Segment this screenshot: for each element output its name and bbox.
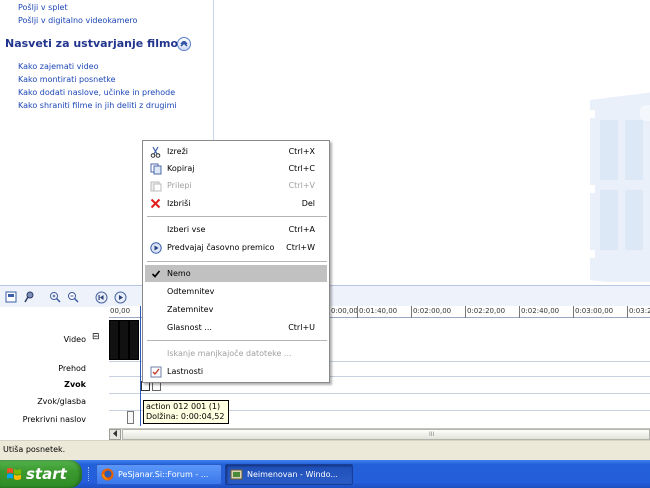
ruler-tick: 0:02:40,00 bbox=[519, 306, 559, 318]
menu-shortcut: Ctrl+W bbox=[286, 243, 315, 252]
task-label: PeSjanar.Si::Forum - ... bbox=[118, 470, 209, 479]
menu-shortcut: Del bbox=[301, 199, 315, 208]
track-divider bbox=[109, 393, 650, 394]
taskbar-item-firefox[interactable]: PeSjanar.Si::Forum - ... bbox=[96, 464, 222, 485]
checkmark-icon bbox=[149, 267, 162, 280]
menu-item-paste[interactable]: Prilepi Ctrl+V bbox=[145, 177, 327, 194]
menu-shortcut: Ctrl+V bbox=[288, 181, 315, 190]
menu-label: Predvajaj časovno premico bbox=[167, 243, 275, 252]
playhead-indicator[interactable] bbox=[140, 306, 141, 426]
track-label-title-overlay: Prekrivni naslov bbox=[22, 415, 86, 424]
track-label-music: Zvok/glasba bbox=[37, 397, 86, 406]
paste-icon bbox=[149, 179, 162, 192]
menu-item-mute[interactable]: Nemo bbox=[145, 265, 327, 282]
play-circle-icon bbox=[149, 241, 162, 254]
context-menu: Izreži Ctrl+X Kopiraj Ctrl+C Prilepi Ctr… bbox=[142, 140, 330, 383]
video-clip[interactable] bbox=[109, 320, 119, 360]
menu-item-browse-missing-file[interactable]: Iskanje manjkajoče datoteke ... bbox=[145, 345, 327, 362]
menu-label: Lastnosti bbox=[167, 367, 204, 376]
scroll-thumb[interactable]: III bbox=[122, 429, 650, 440]
link-add-titles-effects[interactable]: Kako dodati naslove, učinke in prehode bbox=[18, 88, 175, 97]
menu-item-fade-in[interactable]: Odtemnitev bbox=[145, 283, 327, 300]
menu-label: Prilepi bbox=[167, 181, 192, 190]
menu-separator bbox=[147, 216, 327, 217]
expand-collapse-icon[interactable]: ⊟ bbox=[92, 332, 100, 342]
title-overlay-clip[interactable] bbox=[127, 411, 134, 424]
collapse-chevron-icon[interactable] bbox=[177, 37, 191, 51]
menu-item-fade-out[interactable]: Zatemnitev bbox=[145, 301, 327, 318]
narrate-microphone-icon[interactable] bbox=[22, 290, 36, 304]
ruler-tick: 0:03:2 bbox=[627, 306, 650, 318]
start-button[interactable]: start bbox=[0, 460, 82, 488]
track-labels: Video ⊟ Prehod Zvok Zvok/glasba Prekrivn… bbox=[0, 318, 104, 428]
zoom-out-icon[interactable] bbox=[66, 290, 80, 304]
menu-label: Glasnost ... bbox=[167, 323, 212, 332]
windows-taskbar: start PeSjanar.Si::Forum - ... Neimenova… bbox=[0, 460, 650, 488]
menu-label: Nemo bbox=[167, 269, 191, 278]
movie-tips-heading[interactable]: Nasveti za ustvarjanje filmov bbox=[5, 37, 185, 50]
quicklaunch-grip[interactable] bbox=[88, 467, 92, 481]
menu-shortcut: Ctrl+U bbox=[288, 323, 315, 332]
track-label-video: Video bbox=[63, 335, 86, 344]
link-send-to-web[interactable]: Pošlji v splet bbox=[18, 3, 68, 12]
menu-item-delete[interactable]: Izbriši Del bbox=[145, 195, 327, 212]
scroll-grip: III bbox=[429, 431, 435, 438]
timeline-horizontal-scrollbar[interactable]: III bbox=[109, 428, 650, 440]
track-label-audio: Zvok bbox=[64, 380, 86, 389]
delete-x-icon bbox=[149, 197, 162, 210]
status-text: Utiša posnetek. bbox=[3, 445, 66, 454]
zoom-in-icon[interactable] bbox=[48, 290, 62, 304]
menu-item-cut[interactable]: Izreži Ctrl+X bbox=[145, 143, 327, 160]
ruler-tick: 0:02:00,00 bbox=[411, 306, 451, 318]
scissors-icon bbox=[149, 145, 162, 158]
video-clip[interactable] bbox=[119, 320, 129, 360]
menu-label: Izreži bbox=[167, 147, 189, 156]
menu-shortcut: Ctrl+X bbox=[288, 147, 315, 156]
taskbar-item-movie-maker[interactable]: Neimenovan - Windo... bbox=[225, 464, 353, 485]
link-send-to-dv-camera[interactable]: Pošlji v digitalno videokamero bbox=[18, 16, 137, 25]
scroll-left-arrow-icon[interactable] bbox=[109, 429, 121, 440]
status-bar: Utiša posnetek. bbox=[0, 440, 650, 460]
ruler-tick: 0:02:20,00 bbox=[465, 306, 505, 318]
menu-label: Izbriši bbox=[167, 199, 191, 208]
menu-item-play-timeline[interactable]: Predvajaj časovno premico Ctrl+W bbox=[145, 239, 327, 256]
video-clip[interactable] bbox=[129, 320, 139, 360]
task-label: Neimenovan - Windo... bbox=[247, 470, 338, 479]
menu-shortcut: Ctrl+C bbox=[288, 164, 315, 173]
ruler-tick: 0:00,00 bbox=[331, 307, 358, 315]
link-capture-video[interactable]: Kako zajemati video bbox=[18, 62, 99, 71]
menu-shortcut: Ctrl+A bbox=[288, 225, 315, 234]
menu-separator bbox=[147, 340, 327, 341]
play-timeline-icon[interactable] bbox=[113, 290, 127, 304]
menu-item-copy[interactable]: Kopiraj Ctrl+C bbox=[145, 160, 327, 177]
menu-label: Odtemnitev bbox=[167, 287, 215, 296]
link-edit-clips[interactable]: Kako montirati posnetke bbox=[18, 75, 116, 84]
link-save-share-movies[interactable]: Kako shraniti filme in jih deliti z drug… bbox=[18, 101, 177, 110]
menu-item-select-all[interactable]: Izberi vse Ctrl+A bbox=[145, 221, 327, 238]
menu-label: Iskanje manjkajoče datoteke ... bbox=[167, 349, 292, 358]
menu-item-volume[interactable]: Glasnost ... Ctrl+U bbox=[145, 319, 327, 336]
firefox-icon bbox=[101, 468, 114, 481]
tooltip-duration: Dolžina: 0:00:04,52 bbox=[146, 412, 225, 421]
ruler-tick: 00,00 bbox=[110, 307, 131, 315]
windows-logo-icon bbox=[7, 468, 21, 480]
menu-label: Kopiraj bbox=[167, 164, 195, 173]
menu-item-properties[interactable]: Lastnosti bbox=[145, 363, 327, 380]
track-label-transition: Prehod bbox=[58, 364, 86, 373]
menu-label: Zatemnitev bbox=[167, 305, 214, 314]
clip-tooltip: action 012 001 (1) Dolžina: 0:00:04,52 bbox=[143, 400, 229, 424]
ruler-tick: 0:01:40,00 bbox=[357, 306, 397, 318]
film-watermark-icon bbox=[570, 90, 650, 282]
menu-separator bbox=[147, 261, 327, 262]
copy-icon bbox=[149, 162, 162, 175]
menu-label: Izberi vse bbox=[167, 225, 206, 234]
tooltip-clip-name: action 012 001 (1) bbox=[146, 402, 221, 411]
start-label: start bbox=[26, 465, 67, 483]
properties-icon bbox=[149, 365, 162, 378]
storyboard-toggle-icon[interactable] bbox=[4, 290, 18, 304]
rewind-icon[interactable] bbox=[94, 290, 108, 304]
ruler-tick: 0:03:00,00 bbox=[573, 306, 613, 318]
movie-maker-icon bbox=[230, 469, 243, 480]
